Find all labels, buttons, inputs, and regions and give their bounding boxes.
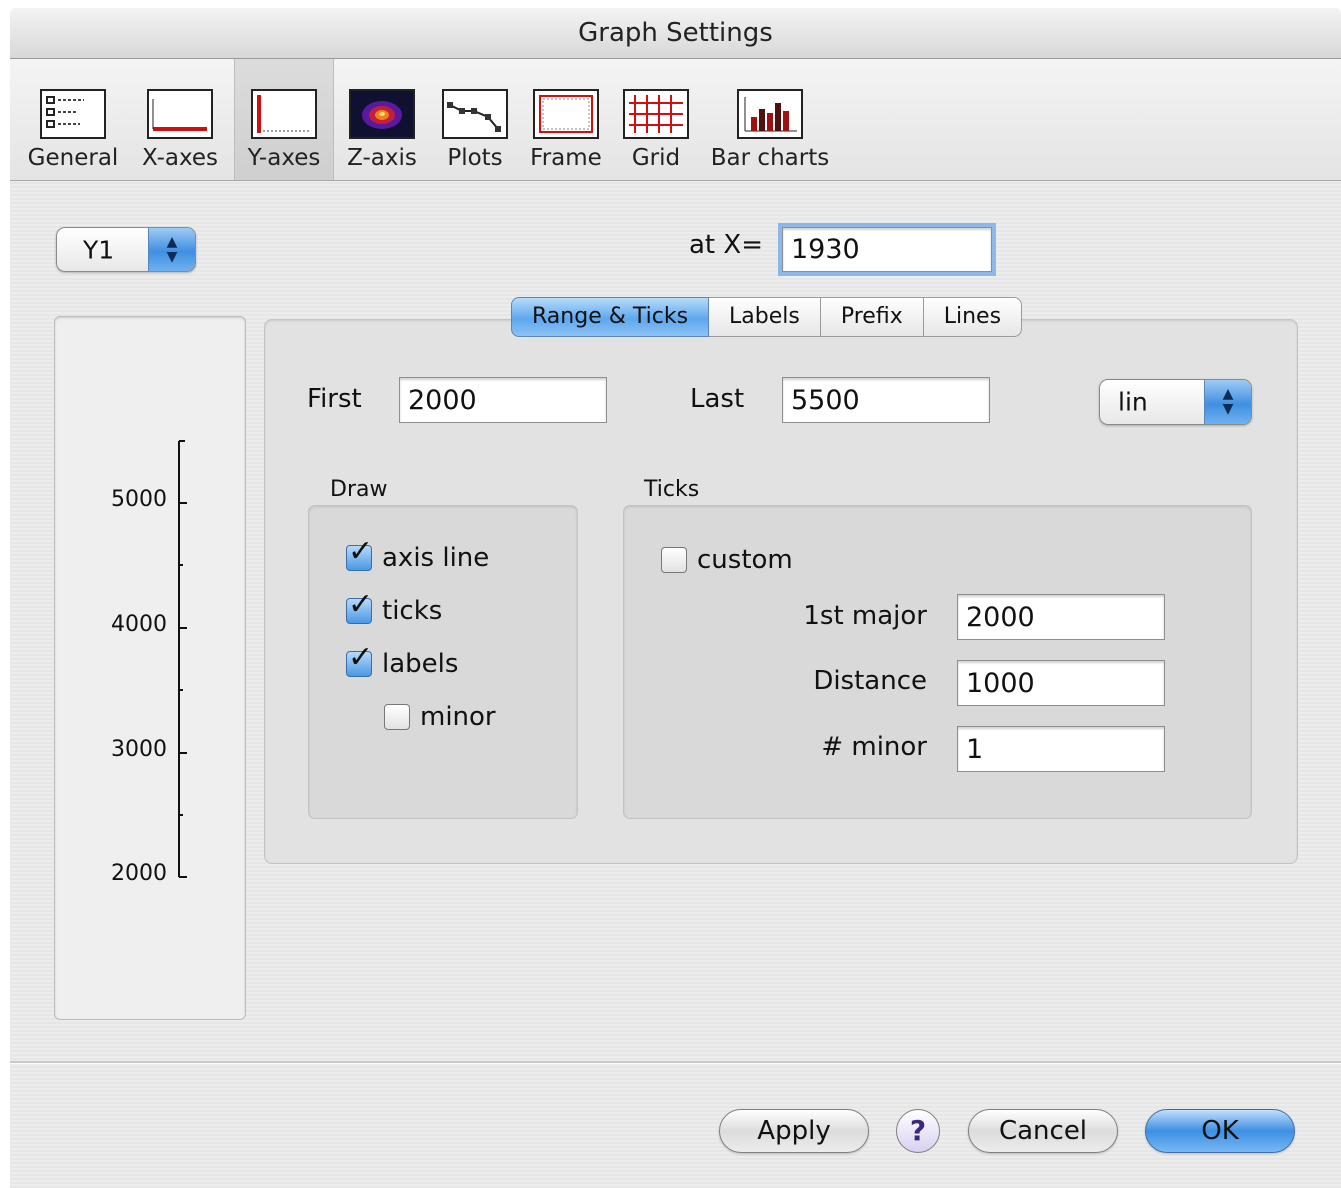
toolbar-item-x-axes[interactable]: X-axes (134, 59, 226, 180)
ticks-label: ticks (382, 596, 443, 626)
general-icon (40, 89, 106, 139)
preview-tick-label: 3000 (111, 737, 167, 762)
frame-icon (533, 89, 599, 139)
toolbar-label: Frame (530, 145, 602, 171)
axis-preview-drawing (178, 440, 187, 878)
apply-button[interactable]: Apply (719, 1109, 869, 1153)
checkmark-icon: ✓ (348, 587, 374, 622)
last-label: Last (690, 384, 745, 414)
minor-checkbox[interactable]: minor (384, 702, 496, 732)
toolbar-label: Grid (631, 145, 681, 171)
minor-label: minor (420, 702, 496, 732)
axis-select-value: Y1 (83, 235, 115, 264)
preview-tick-label: 5000 (111, 487, 167, 512)
up-down-arrows-icon: ▲ ▼ (148, 228, 195, 271)
first-major-field[interactable]: 2000 (957, 594, 1165, 640)
x-axes-icon (147, 89, 213, 139)
axis-line-label: axis line (382, 543, 490, 573)
scale-select-value: lin (1118, 387, 1148, 417)
axis-select[interactable]: Y1 ▲ ▼ (56, 227, 196, 272)
toolbar-label: Y-axes (247, 145, 321, 171)
draw-group-title: Draw (330, 477, 388, 502)
first-major-label: 1st major (803, 601, 927, 631)
window-title: Graph Settings (10, 8, 1341, 59)
checkbox-box: ✓ (346, 643, 373, 677)
grid-icon (623, 89, 689, 139)
ticks-checkbox[interactable]: ✓ ticks (346, 590, 443, 626)
toolbar-label: Z-axis (347, 145, 417, 171)
labels-label: labels (382, 649, 459, 679)
toolbar-label: Plots (447, 145, 503, 171)
checkbox-box (384, 704, 410, 730)
axis-preview: 5000 4000 3000 2000 (54, 316, 246, 1020)
tab-bar: Range & Ticks Labels Prefix Lines (511, 297, 1023, 337)
toolbar-label: X-axes (141, 145, 219, 171)
up-down-arrows-icon: ▲ ▼ (1204, 380, 1251, 424)
first-field[interactable]: 2000 (399, 377, 607, 423)
toolbar-item-frame[interactable]: Frame (524, 59, 608, 180)
minor-count-label: # minor (821, 732, 927, 762)
cancel-button[interactable]: Cancel (968, 1109, 1118, 1153)
minor-count-field[interactable]: 1 (957, 726, 1165, 772)
divider (10, 1061, 1341, 1064)
toolbar-item-grid[interactable]: Grid (618, 59, 694, 180)
at-x-field[interactable]: 1930 (778, 223, 996, 276)
toolbar-item-bar-charts[interactable]: Bar charts (706, 59, 834, 180)
checkbox-box: ✓ (346, 537, 373, 571)
preview-tick-label: 4000 (111, 612, 167, 637)
toolbar-item-y-axes[interactable]: Y-axes (234, 59, 334, 180)
tab-lines[interactable]: Lines (923, 297, 1023, 337)
help-button[interactable]: ? (896, 1109, 940, 1153)
z-axis-icon (349, 89, 415, 139)
ticks-group-title: Ticks (644, 477, 700, 502)
checkmark-icon: ✓ (348, 534, 374, 569)
y-axes-icon (251, 89, 317, 139)
toolbar-label: Bar charts (710, 145, 830, 171)
checkbox-box (661, 547, 687, 573)
first-label: First (307, 384, 362, 414)
toolbar-item-plots[interactable]: Plots (434, 59, 516, 180)
tab-labels[interactable]: Labels (709, 297, 821, 337)
tab-range-ticks[interactable]: Range & Ticks (511, 297, 710, 337)
graph-settings-window: Graph Settings General X-axes Y-axes Z-a… (10, 8, 1341, 1188)
bar-charts-icon (737, 89, 803, 139)
checkbox-box: ✓ (346, 590, 373, 624)
tab-prefix[interactable]: Prefix (820, 297, 924, 337)
distance-field[interactable]: 1000 (957, 660, 1165, 706)
last-field[interactable]: 5500 (782, 377, 990, 423)
ok-button[interactable]: OK (1145, 1109, 1295, 1153)
custom-label: custom (697, 545, 793, 575)
toolbar: General X-axes Y-axes Z-axis Plots Frame… (10, 59, 1341, 181)
labels-checkbox[interactable]: ✓ labels (346, 643, 459, 679)
scale-select[interactable]: lin ▲ ▼ (1099, 379, 1252, 425)
axis-line-checkbox[interactable]: ✓ axis line (346, 537, 490, 573)
toolbar-label: General (27, 145, 119, 171)
toolbar-item-general[interactable]: General (24, 59, 122, 180)
custom-checkbox[interactable]: custom (661, 545, 793, 575)
preview-tick-label: 2000 (111, 861, 167, 886)
toolbar-item-z-axis[interactable]: Z-axis (340, 59, 424, 180)
checkmark-icon: ✓ (348, 640, 374, 675)
at-x-label: at X= (689, 230, 763, 260)
distance-label: Distance (813, 666, 927, 696)
plots-icon (442, 89, 508, 139)
